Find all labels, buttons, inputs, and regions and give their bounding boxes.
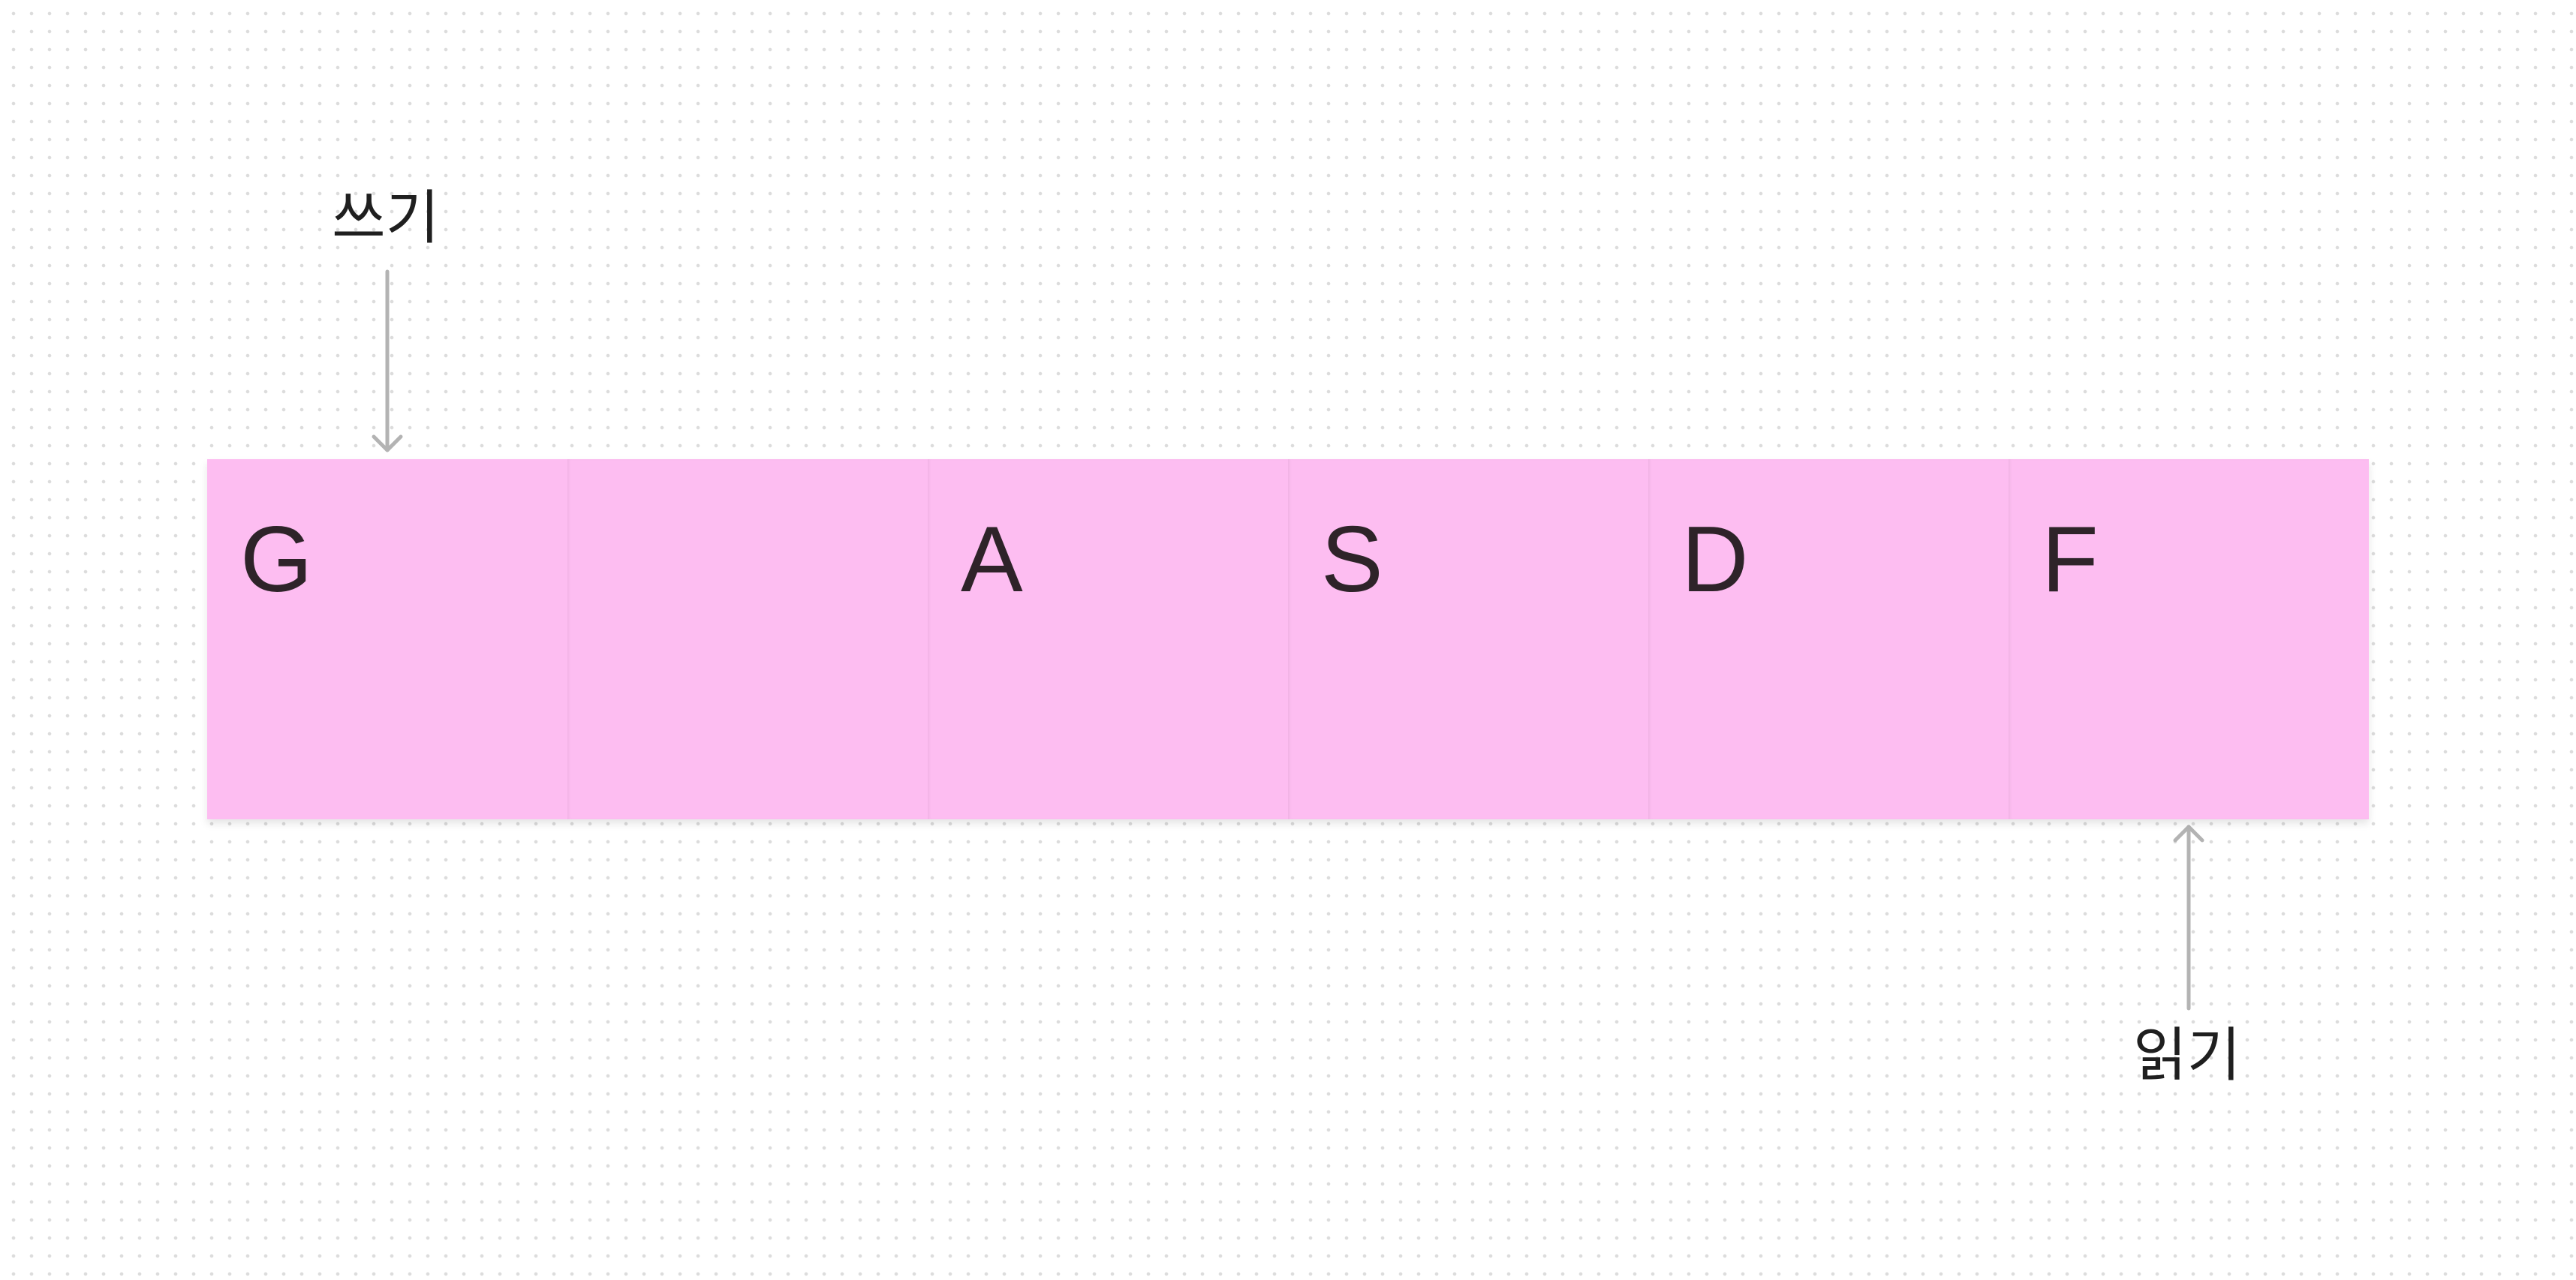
buffer-cell: F [2009, 459, 2369, 819]
write-arrow [372, 269, 403, 452]
write-label: 쓰기 [332, 185, 440, 252]
diagram-canvas: 쓰기 G A S D F 읽기 [0, 0, 2576, 1280]
cell-letter: F [2042, 508, 2099, 611]
cell-letter: A [961, 508, 1023, 611]
cell-letter: S [1321, 508, 1383, 611]
cell-letter: G [240, 508, 313, 611]
read-arrow [2173, 825, 2204, 1011]
buffer-cell: A [928, 459, 1288, 819]
buffer-cell: S [1288, 459, 1648, 819]
buffer-row: G A S D F [207, 459, 2369, 819]
cell-letter: D [1681, 508, 1749, 611]
buffer-cell [567, 459, 928, 819]
buffer-cell: G [207, 459, 567, 819]
read-label: 읽기 [2133, 1022, 2241, 1089]
buffer-cell: D [1648, 459, 2009, 819]
